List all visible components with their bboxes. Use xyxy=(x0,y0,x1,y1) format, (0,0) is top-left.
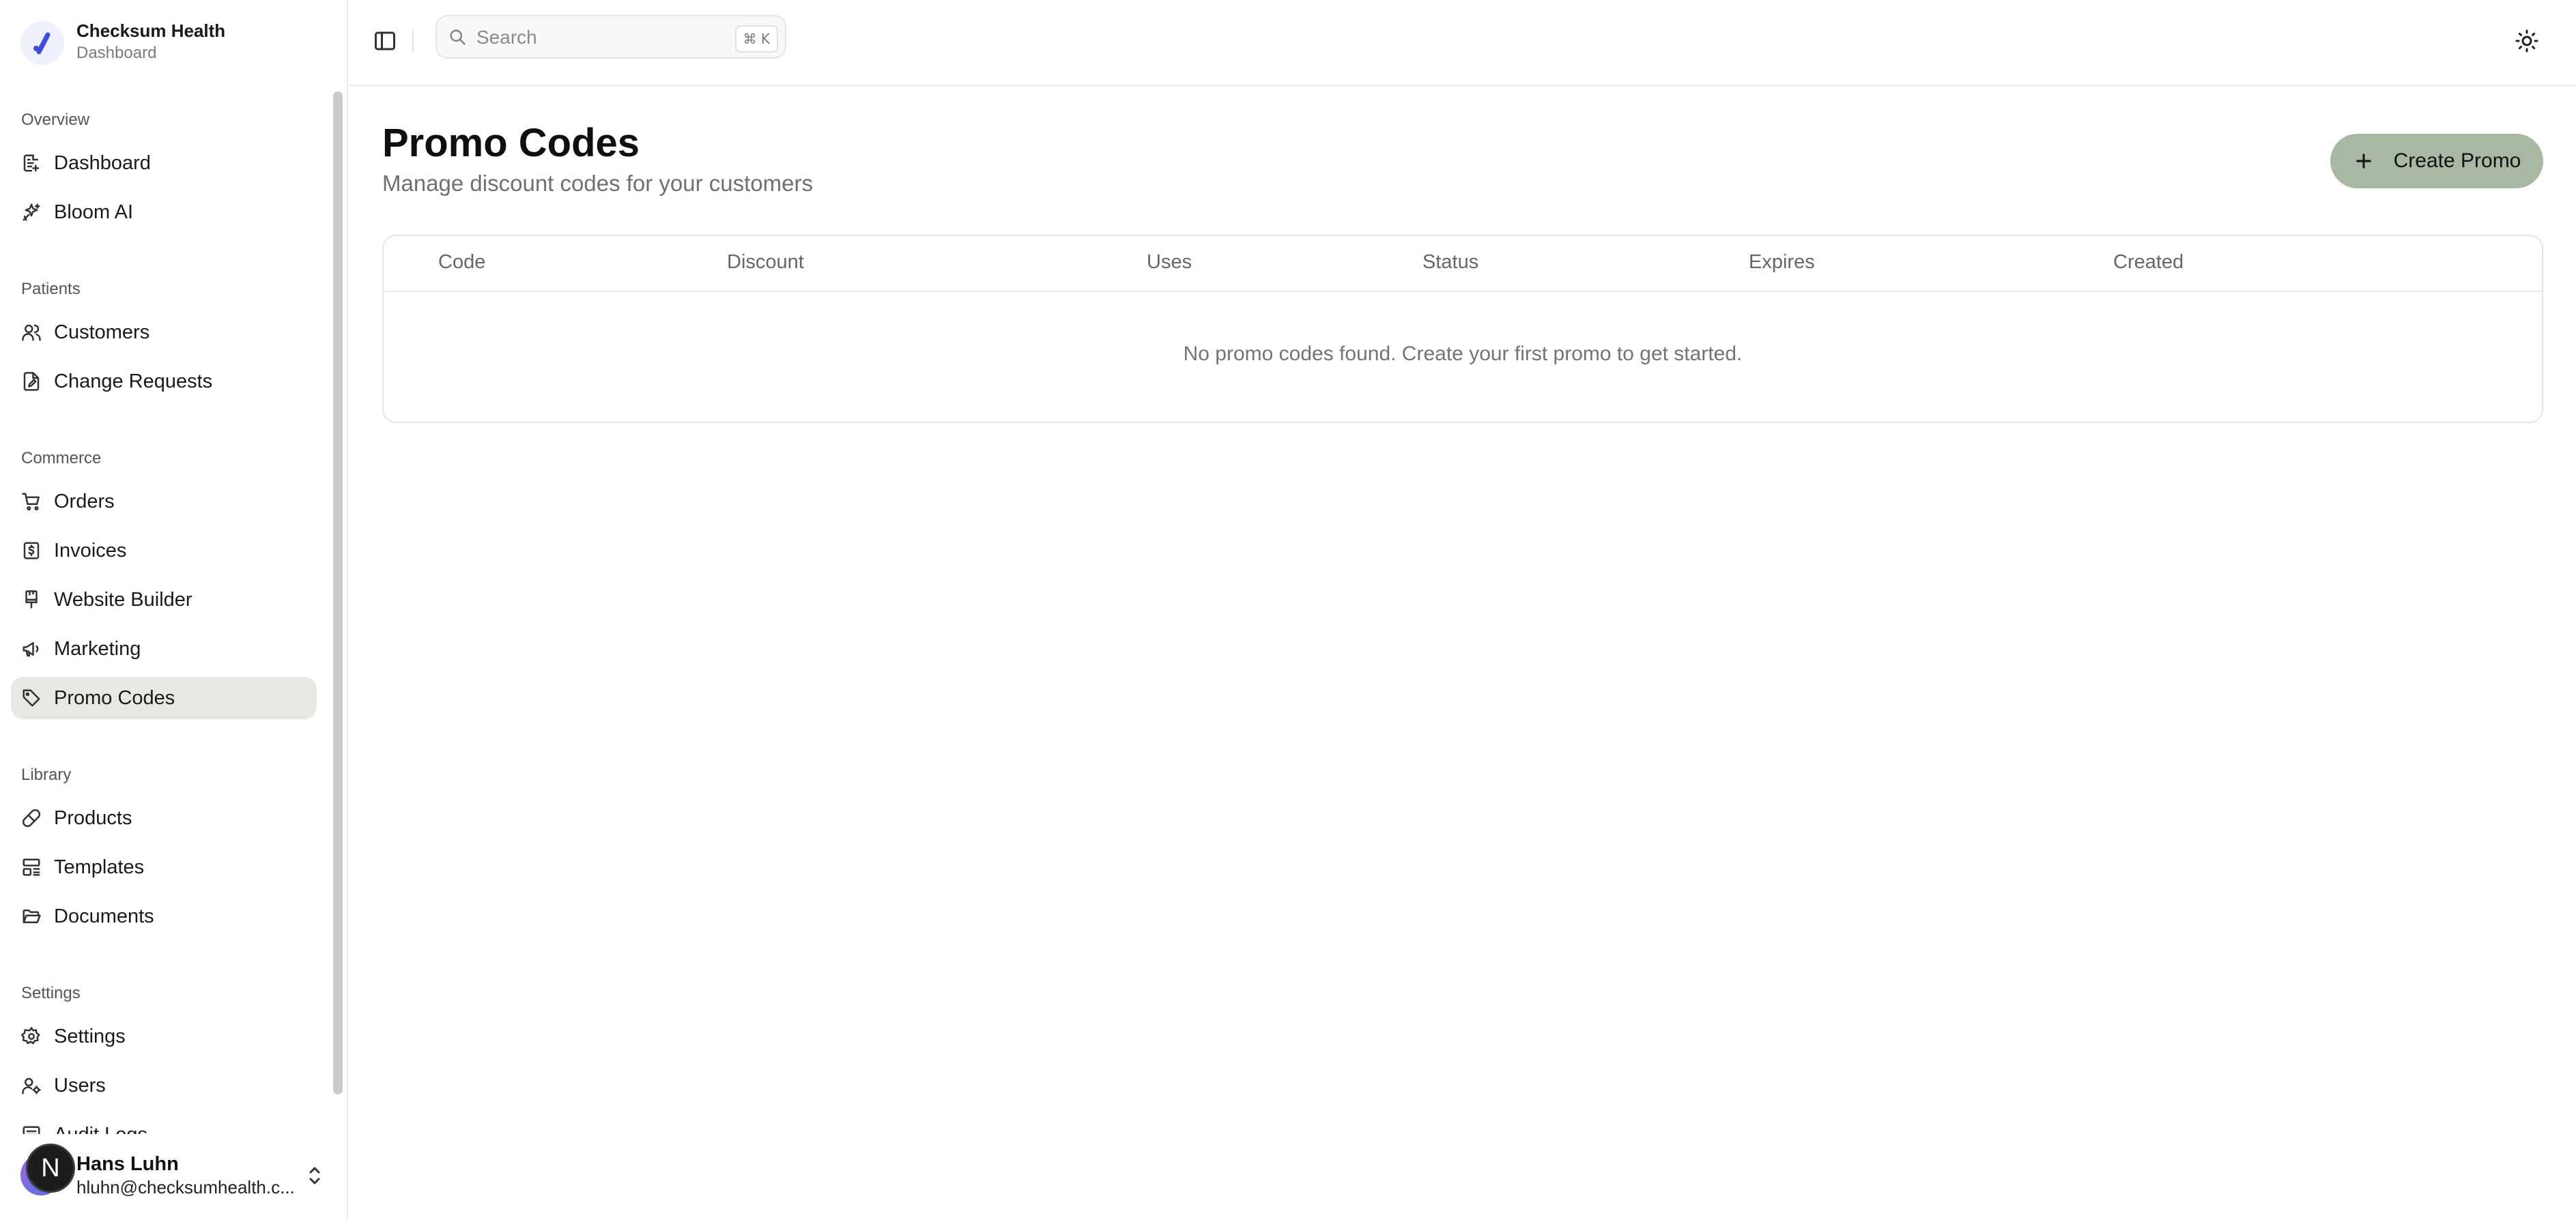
sidebar-scrollbar-thumb[interactable] xyxy=(333,91,343,1094)
sidebar-item-label: Change Requests xyxy=(54,370,213,392)
empty-state-message: No promo codes found. Create your first … xyxy=(1183,343,1743,365)
user-key-icon xyxy=(22,1077,41,1094)
column-header-code[interactable]: Code xyxy=(438,251,485,274)
sidebar-item-dashboard[interactable]: Dashboard xyxy=(11,142,317,184)
users-icon xyxy=(22,324,41,341)
table-header: Code Discount Uses Status Expires Create… xyxy=(384,236,2542,292)
plus-icon xyxy=(2356,154,2371,169)
cart-icon xyxy=(22,493,40,511)
sidebar-item-documents[interactable]: Documents xyxy=(11,895,317,938)
sidebar-item-label: Bloom AI xyxy=(54,201,134,223)
section-commerce: Commerce xyxy=(21,449,102,467)
layout-icon xyxy=(23,858,40,876)
sidebar-item-products[interactable]: Products xyxy=(11,797,317,839)
sidebar-item-website-builder[interactable]: Website Builder xyxy=(11,579,317,621)
topbar-divider xyxy=(412,30,414,52)
sidebar-item-customers[interactable]: Customers xyxy=(11,311,317,353)
column-header-uses[interactable]: Uses xyxy=(1147,251,1192,274)
user-name: Hans Luhn xyxy=(76,1153,179,1175)
sidebar-toggle-icon[interactable] xyxy=(373,29,397,53)
dashboard-icon xyxy=(23,154,40,172)
avatar[interactable]: N xyxy=(26,1144,75,1193)
sidebar-item-label: Invoices xyxy=(54,539,127,562)
user-menu[interactable]: N Hans Luhn hluhn@checksumhealth.c... xyxy=(0,1134,347,1220)
sidebar-item-orders[interactable]: Orders xyxy=(11,480,317,523)
invoice-icon xyxy=(23,542,40,560)
column-header-expires[interactable]: Expires xyxy=(1749,251,1815,274)
sidebar-item-label: Customers xyxy=(54,321,150,343)
sidebar-item-templates[interactable]: Templates xyxy=(11,846,317,888)
sidebar-item-label: Orders xyxy=(54,490,115,512)
brand-logo-icon xyxy=(20,21,64,65)
page-title: Promo Codes xyxy=(382,121,640,165)
user-email: hluhn@checksumhealth.c... xyxy=(76,1177,295,1197)
sidebar: Checksum Health Dashboard Overview Dashb… xyxy=(0,0,348,1220)
sidebar-item-label: Templates xyxy=(54,856,145,878)
chevrons-up-down-icon[interactable] xyxy=(304,1164,325,1187)
sidebar-item-label: Documents xyxy=(54,905,154,927)
search-placeholder: Search xyxy=(476,27,537,48)
create-promo-label: Create Promo xyxy=(2393,149,2521,172)
create-promo-button[interactable]: Create Promo xyxy=(2330,134,2543,188)
sidebar-item-users[interactable]: Users xyxy=(11,1064,317,1107)
sidebar-item-settings[interactable]: Settings xyxy=(11,1015,317,1058)
sidebar-item-label: Users xyxy=(54,1074,106,1096)
file-edit-icon xyxy=(23,372,40,391)
search-shortcut: ⌘ K xyxy=(734,25,778,53)
column-header-status[interactable]: Status xyxy=(1422,251,1478,274)
sidebar-item-label: Website Builder xyxy=(54,588,192,611)
sidebar-nav: Overview Dashboard Bloom AI Patients Cus… xyxy=(0,89,329,1139)
brand[interactable]: Checksum Health Dashboard xyxy=(20,19,321,67)
page-subtitle: Manage discount codes for your customers xyxy=(382,171,813,196)
search-icon xyxy=(450,29,466,45)
sidebar-item-change-requests[interactable]: Change Requests xyxy=(11,360,317,403)
promo-table: Code Discount Uses Status Expires Create… xyxy=(382,235,2543,423)
sidebar-item-label: Marketing xyxy=(54,637,141,660)
section-patients: Patients xyxy=(21,280,81,298)
megaphone-icon xyxy=(23,642,39,657)
section-settings: Settings xyxy=(21,984,81,1002)
section-overview: Overview xyxy=(21,111,90,129)
brand-subtitle: Dashboard xyxy=(76,44,157,62)
sidebar-item-label: Promo Codes xyxy=(54,686,175,709)
brand-name: Checksum Health xyxy=(76,20,226,41)
sidebar-item-promo-codes[interactable]: Promo Codes xyxy=(11,677,317,719)
sidebar-item-label: Products xyxy=(54,807,132,829)
sidebar-item-invoices[interactable]: Invoices xyxy=(11,529,317,572)
section-library: Library xyxy=(21,766,72,784)
topbar: Search ⌘ K xyxy=(349,0,2576,86)
sidebar-item-label: Dashboard xyxy=(54,151,151,174)
column-header-discount[interactable]: Discount xyxy=(727,251,804,274)
gear-icon xyxy=(21,1027,40,1045)
brush-icon xyxy=(25,590,38,609)
sparkles-icon xyxy=(23,203,40,221)
search-input[interactable]: Search ⌘ K xyxy=(435,15,786,59)
sidebar-item-marketing[interactable]: Marketing xyxy=(11,628,317,670)
tag-icon xyxy=(23,689,40,707)
folder-icon xyxy=(23,910,41,923)
sun-icon[interactable] xyxy=(2515,29,2539,53)
column-header-created[interactable]: Created xyxy=(2113,251,2184,274)
sidebar-item-bloom-ai[interactable]: Bloom AI xyxy=(11,191,317,233)
pill-icon xyxy=(22,809,41,828)
sidebar-item-label: Settings xyxy=(54,1025,126,1047)
